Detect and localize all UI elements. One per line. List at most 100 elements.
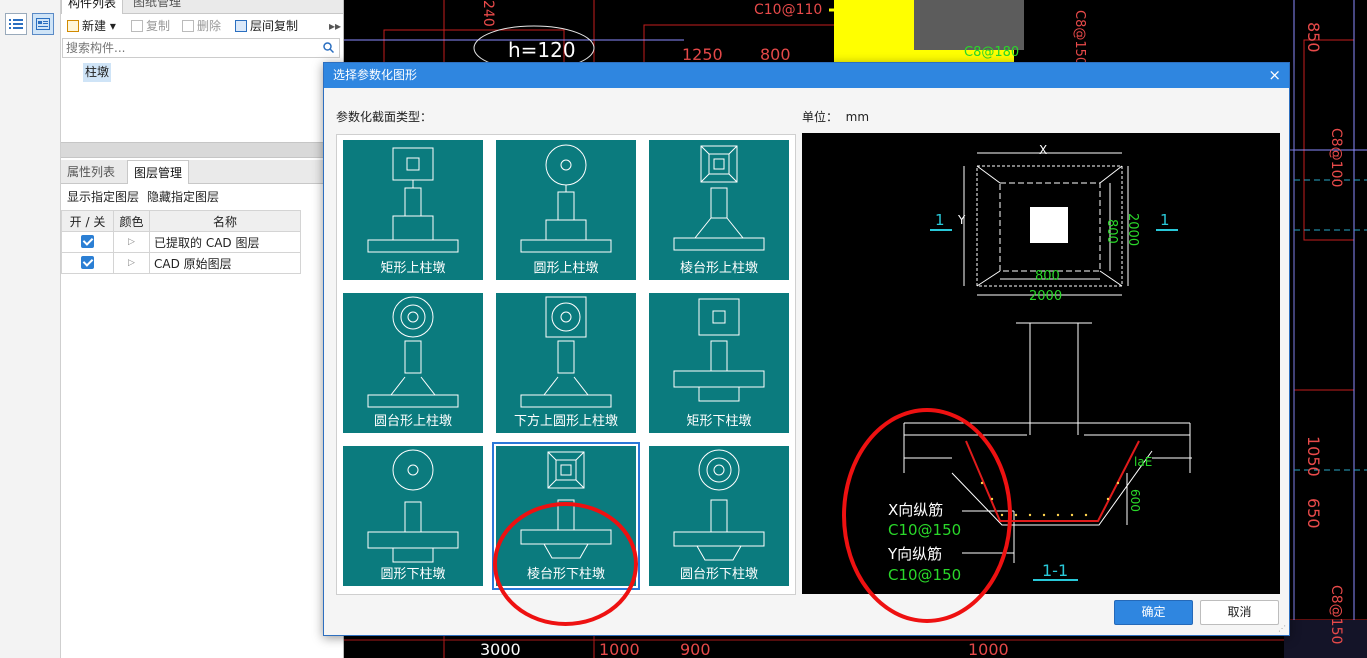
delete-icon [182,20,194,32]
tree-item-column-pier[interactable]: 柱墩 [83,63,112,82]
cad-label: C8@150 [1328,585,1344,645]
layer-toggle-checkbox[interactable] [61,252,114,274]
shape-label: 下方上圆形上柱墩 [513,414,618,429]
new-button[interactable]: 新建 ▾ [67,14,116,38]
x-rebar-value: C10@150 [888,521,962,539]
y-rebar-label: Y向纵筋 [888,545,943,563]
y-rebar-value: C10@150 [888,566,962,584]
dialog-title-bar[interactable]: 选择参数化图形 × [324,63,1289,88]
dim-600: 600 [1128,489,1142,512]
resize-grip-icon[interactable]: ⋰ [1278,624,1286,633]
more-icon[interactable]: ▸▸ [329,14,341,38]
shape-preview: X Y 800 2000 800 2000 1 1 laE 600 X向纵筋 C… [802,133,1280,594]
cad-label: 650 [1304,498,1323,529]
ok-button[interactable]: 确定 [1114,600,1193,625]
tab-component-list[interactable]: 构件列表 [61,0,124,14]
cad-label: 3000 [480,640,521,658]
checkbox-checked-icon[interactable] [81,256,94,269]
dim-800-horizontal: 800 [1035,269,1060,284]
search-icon[interactable] [323,42,335,56]
shape-tile[interactable]: 下方上圆形上柱墩 [496,293,636,433]
section-marker-left: 1 [935,211,945,229]
shape-tile[interactable]: 矩形下柱墩 [649,293,789,433]
cad-label: C8@180 [964,45,1020,60]
shape-label: 圆台形上柱墩 [373,414,452,429]
expand-arrow-icon[interactable]: ▷ [113,231,150,253]
component-tabs: 构件列表 图纸管理 [61,0,343,14]
search-input[interactable] [63,39,313,57]
dialog-title: 选择参数化图形 [333,68,418,82]
cad-label: C8@150 [1072,10,1087,66]
section-marker-right: 1 [1160,211,1170,229]
shape-tile[interactable]: 棱台形上柱墩 [649,140,789,280]
cad-label: C8@100 [1328,128,1344,188]
cad-label: 900 [680,640,711,658]
panel-splitter[interactable] [61,142,343,158]
layer-name: 已提取的 CAD 图层 [149,231,301,253]
shape-label: 矩形下柱墩 [686,414,752,429]
layer-copy-icon [235,20,247,32]
layer-table-header: 开 / 关 颜色 名称 [61,210,301,232]
shape-tile-selected[interactable]: 棱台形下柱墩 [492,442,640,590]
layer-copy-button[interactable]: 层间复制 [235,14,298,38]
component-search[interactable] [62,38,340,58]
shape-tile[interactable]: 圆形下柱墩 [343,446,483,586]
cad-label: 1000 [968,640,1009,658]
component-toolbar: 新建 ▾ 复制 删除 层间复制 ▸▸ [61,14,343,38]
cad-label: 1050 [1304,436,1323,477]
dim-y: Y [958,213,966,227]
cad-label: 1000 [599,640,640,658]
col-color: 颜色 [113,210,150,232]
dim-800-vertical: 800 [1104,219,1119,244]
shape-label: 矩形上柱墩 [380,261,446,276]
panel-view-icon[interactable] [32,13,54,35]
unit-value: mm [845,110,870,124]
shape-label: 棱台形下柱墩 [526,567,605,582]
tab-drawing-management[interactable]: 图纸管理 [127,0,187,14]
show-layers-link[interactable]: 显示指定图层 [67,188,139,205]
expand-arrow-icon[interactable]: ▷ [113,252,150,274]
section-type-label: 参数化截面类型： [336,110,433,124]
hide-layers-link[interactable]: 隐藏指定图层 [147,188,219,205]
close-icon[interactable]: × [1268,63,1281,88]
col-name: 名称 [149,210,301,232]
new-icon [67,20,79,32]
shape-label: 圆台形下柱墩 [679,567,758,582]
shape-label: 圆形上柱墩 [533,261,599,276]
shape-label: 圆形下柱墩 [380,567,446,582]
cad-label: 850 [1304,22,1323,53]
property-tabs: 属性列表 图层管理 [61,160,343,184]
unit-label: 单位： mm [802,110,870,124]
left-panel: 构件列表 图纸管理 新建 ▾ 复制 删除 层间复制 ▸▸ 柱墩 属性列表 图层管… [61,0,344,658]
shape-tile[interactable]: 圆形上柱墩 [496,140,636,280]
delete-button[interactable]: 删除 [182,14,221,38]
layer-toggle-checkbox[interactable] [61,231,114,253]
x-rebar-label: X向纵筋 [888,501,944,519]
shape-tile[interactable]: 圆台形下柱墩 [649,446,789,586]
left-icon-strip [0,0,61,658]
layer-table: 开 / 关 颜色 名称 ▷ 已提取的 CAD 图层 ▷ CAD 原始图层 [61,210,301,274]
table-row[interactable]: ▷ CAD 原始图层 [61,252,301,274]
list-view-icon[interactable] [5,13,27,35]
layer-name: CAD 原始图层 [149,252,301,274]
copy-button[interactable]: 复制 [131,14,170,38]
shape-tile[interactable]: 矩形上柱墩 [343,140,483,280]
cad-label: h=120 [508,38,576,62]
dim-2000-horizontal: 2000 [1029,289,1063,304]
dim-x: X [1039,143,1048,157]
checkbox-checked-icon[interactable] [81,235,94,248]
lae-label: laE [1134,455,1153,469]
shape-grid: 矩形上柱墩 圆形上柱墩 棱台形上柱墩 圆台形上柱墩 下方上圆形上柱墩 矩形下柱墩… [336,134,796,595]
copy-icon [131,20,143,32]
cancel-button[interactable]: 取消 [1200,600,1279,625]
preview-drawing [903,152,1192,581]
tab-layer-management[interactable]: 图层管理 [127,160,190,184]
dim-2000-vertical: 2000 [1125,213,1140,247]
table-row[interactable]: ▷ 已提取的 CAD 图层 [61,231,301,253]
cad-label: C10@110 [754,2,823,18]
shape-dialog: 选择参数化图形 × 参数化截面类型： 单位： mm 矩形上柱墩 圆形上柱墩 棱台… [323,62,1290,636]
col-onoff: 开 / 关 [61,210,114,232]
tab-property-list[interactable]: 属性列表 [61,160,121,184]
shape-label: 棱台形上柱墩 [679,261,758,276]
shape-tile[interactable]: 圆台形上柱墩 [343,293,483,433]
